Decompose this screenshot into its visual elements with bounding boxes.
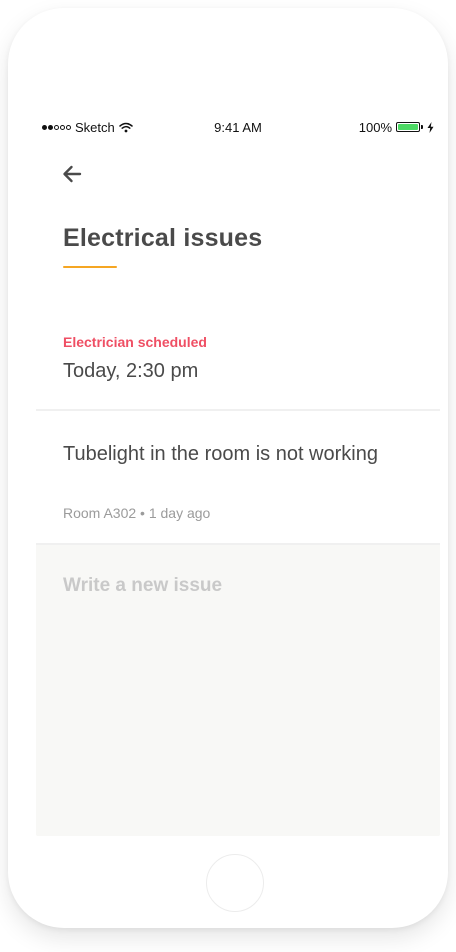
page-title: Electrical issues [63,224,263,252]
schedule-time: Today, 2:30 pm [63,360,199,382]
back-button[interactable] [58,160,86,188]
status-bar-right: 100% [358,119,434,135]
home-button[interactable] [206,854,264,912]
status-bar: Sketch 9:41 AM 100% [36,116,440,138]
issue-title: Tubelight in the room is not working [63,443,378,465]
phone-frame: Sketch 9:41 AM 100% Electrical issues El… [8,8,448,928]
new-issue-area[interactable] [36,545,440,836]
schedule-status-label: Electrician scheduled [63,334,207,350]
charging-bolt-icon [427,121,434,133]
battery-fill [398,124,418,130]
schedule-section: Electrician scheduled Today, 2:30 pm [36,316,440,409]
arrow-left-icon [63,165,82,183]
new-issue-input[interactable] [63,575,403,597]
battery-percentage: 100% [358,119,392,135]
battery-icon [396,122,420,132]
app-screen: Sketch 9:41 AM 100% Electrical issues El… [36,116,440,836]
title-underline [63,266,117,268]
issue-card[interactable]: Tubelight in the room is not working Roo… [36,411,440,543]
issue-meta: Room A302 • 1 day ago [63,505,211,521]
battery-tip [421,125,423,129]
